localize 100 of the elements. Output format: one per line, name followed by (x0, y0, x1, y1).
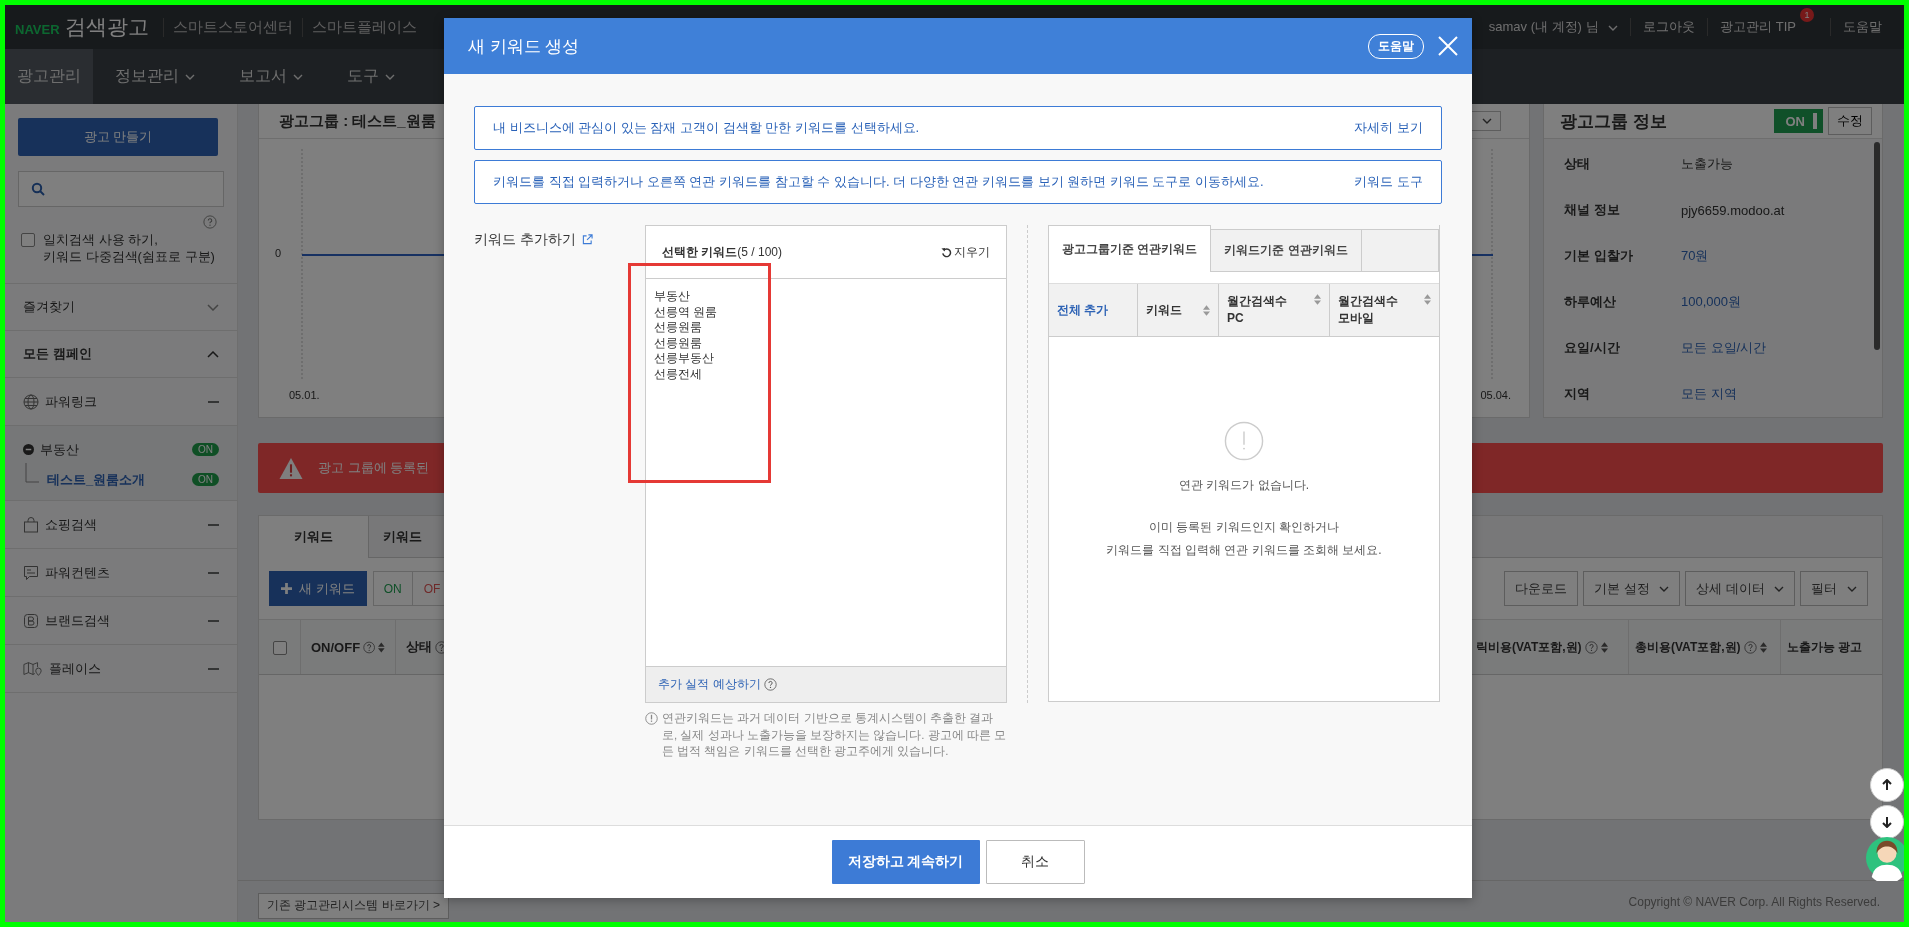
chevron-icon (1608, 24, 1619, 31)
campaign-name[interactable]: 파워링크 (45, 392, 202, 411)
campaigns-row[interactable]: 모든 캠페인 (5, 331, 237, 378)
header-link[interactable]: 스마트플레이스 (302, 17, 427, 37)
warning-icon (278, 456, 304, 480)
toolbar-button[interactable]: 필터 (1800, 571, 1868, 606)
arrow-up-icon (1881, 779, 1893, 791)
info-label: 하루예산 (1564, 293, 1617, 311)
speech-bubble-icon (23, 564, 39, 581)
info-value: 노출가능 (1681, 155, 1733, 173)
collapse-icon[interactable] (208, 619, 219, 622)
keyword-input[interactable]: 부동산 선릉역 원룸 선릉원룸 선릉원룸 선릉부동산 선릉전세 (645, 279, 1007, 666)
ad-group-name[interactable]: 테스트_원룸소개 (47, 470, 184, 489)
on-button[interactable]: ON (372, 571, 413, 606)
campaign-name[interactable]: 부동산 (40, 440, 186, 459)
scrollbar[interactable] (1874, 142, 1880, 350)
save-button[interactable]: 저장하고 계속하기 (831, 840, 980, 884)
info-link[interactable]: 70원 (1681, 247, 1709, 265)
chevron-icon (207, 303, 219, 311)
panel-title: 선택한 키워드(5 / 100) (662, 243, 784, 261)
search-field[interactable] (18, 171, 224, 207)
logout-link[interactable]: 로그아웃 (1630, 18, 1708, 36)
help-link[interactable]: 도움말 (1830, 18, 1894, 36)
map-icon (23, 660, 43, 677)
info-link[interactable]: 모든 지역 (1681, 385, 1737, 403)
toggle-switch[interactable]: ON (1773, 109, 1823, 133)
favorites-row[interactable]: 즐겨찾기 (5, 284, 237, 331)
sort-icon[interactable] (378, 641, 385, 653)
ad-group-title: 광고그룹 : 테스트_원룸 (279, 111, 436, 131)
notice-text: 내 비즈니스에 관심이 있는 잠재 고객이 검색할 만한 키워드를 선택하세요. (493, 119, 921, 137)
dialog-title: 새 키워드 생성 (468, 35, 580, 58)
scroll-down-button[interactable] (1870, 805, 1904, 839)
notice-link[interactable]: 자세히 보기 (1354, 119, 1423, 137)
chevron-icon (1482, 118, 1492, 124)
campaign-name[interactable]: 쇼핑검색 (45, 515, 202, 534)
info-label: 채널 정보 (1564, 201, 1621, 219)
info-label: 요일/시간 (1564, 339, 1621, 357)
toolbar-button[interactable]: 다운로드 (1503, 571, 1578, 606)
collapse-icon[interactable] (208, 667, 219, 670)
column-header[interactable]: 총비용(VAT포함,원) (1629, 620, 1781, 674)
column-header[interactable]: 노출가능 광고 (1781, 620, 1882, 674)
info-link[interactable]: 100,000원 (1681, 293, 1741, 311)
header-link[interactable]: 스마트스토어센터 (163, 17, 303, 37)
cancel-button[interactable]: 취소 (985, 840, 1085, 884)
column-header[interactable]: 월간검색수 PC (1219, 284, 1330, 336)
toolbar-button[interactable]: 기본 설정 (1582, 571, 1681, 606)
bag-icon (23, 516, 39, 533)
nav-item[interactable]: 정보관리 (93, 49, 217, 104)
clear-button[interactable]: 지우기 (941, 243, 990, 261)
notice-link[interactable]: 키워드 도구 (1354, 173, 1423, 191)
close-icon[interactable] (1438, 36, 1458, 56)
account-menu[interactable]: samav (내 계정) 님 (1476, 18, 1631, 36)
campaign-name[interactable]: 브랜드검색 (45, 611, 202, 630)
axis-label: 05.04. (1480, 389, 1511, 401)
checkbox[interactable] (272, 641, 287, 655)
edit-button[interactable]: 수정 (1828, 107, 1872, 135)
collapse-icon[interactable] (23, 444, 34, 455)
info-link[interactable]: 모든 요일/시간 (1681, 339, 1767, 357)
tab[interactable]: 광고그룹기준 연관키워드 (1048, 225, 1212, 272)
sort-icon[interactable] (1759, 641, 1767, 653)
toolbar-button[interactable]: 상세 데이터 (1685, 571, 1796, 606)
notification-badge: 1 (1800, 8, 1814, 22)
collapse-icon[interactable] (208, 523, 219, 526)
scroll-up-button[interactable] (1870, 768, 1904, 802)
sidebar-label: 모든 캠페인 (23, 345, 93, 363)
info-value: pjy6659.modoo.at (1681, 202, 1785, 218)
column-header[interactable]: 전체 추가 (1049, 284, 1138, 336)
collapse-icon[interactable] (208, 571, 219, 574)
tree-line (25, 462, 39, 483)
nav-item[interactable]: 광고관리 (5, 49, 93, 104)
checkbox-label: 일치검색 사용 하기, (43, 231, 159, 248)
new-keyword-button[interactable]: 새 키워드 (269, 571, 367, 606)
help-button[interactable]: 도움말 (1368, 33, 1424, 59)
sort-icon[interactable] (1314, 294, 1321, 305)
legacy-system-link[interactable]: 기존 광고관리시스템 바로가기 > (258, 892, 449, 919)
empty-message: 연관 키워드가 없습니다. (1179, 477, 1309, 494)
nav-item[interactable]: 도구 (325, 49, 417, 104)
column-header[interactable]: ON/OFF (301, 620, 396, 674)
plus-icon (281, 583, 292, 594)
column-header[interactable]: 키워드 (1138, 284, 1219, 336)
alert-text: 광고 그룹에 등록된 (318, 459, 430, 477)
axis-label: 05.01. (289, 389, 320, 401)
checkbox[interactable] (21, 233, 35, 247)
logo[interactable]: NAVER 검색광고 (15, 13, 150, 41)
external-link-icon[interactable] (581, 234, 593, 245)
sort-icon[interactable] (1424, 294, 1431, 305)
sort-icon[interactable] (1203, 304, 1210, 316)
campaign-name[interactable]: 플레이스 (49, 659, 202, 678)
axis-label: 0 (275, 247, 282, 259)
tab[interactable]: 키워드기준 연관키워드 (1211, 229, 1362, 272)
brand-icon (23, 612, 39, 629)
create-ad-button[interactable]: 광고 만들기 (18, 118, 218, 156)
tab[interactable]: 키워드 (259, 516, 369, 558)
sort-icon[interactable] (1600, 641, 1608, 653)
column-header[interactable]: 월간검색수 모바일 (1330, 284, 1439, 336)
empty-hint: 이미 등록된 키워드인지 확인하거나 키워드를 직접 입력해 연관 키워드를 조회해 보세요. (1106, 519, 1382, 559)
campaign-name[interactable]: 파워컨텐츠 (45, 563, 202, 582)
nav-item[interactable]: 보고서 (217, 49, 325, 104)
forecast-link[interactable]: 추가 실적 예상하기 (658, 676, 761, 693)
collapse-icon[interactable] (208, 400, 219, 403)
